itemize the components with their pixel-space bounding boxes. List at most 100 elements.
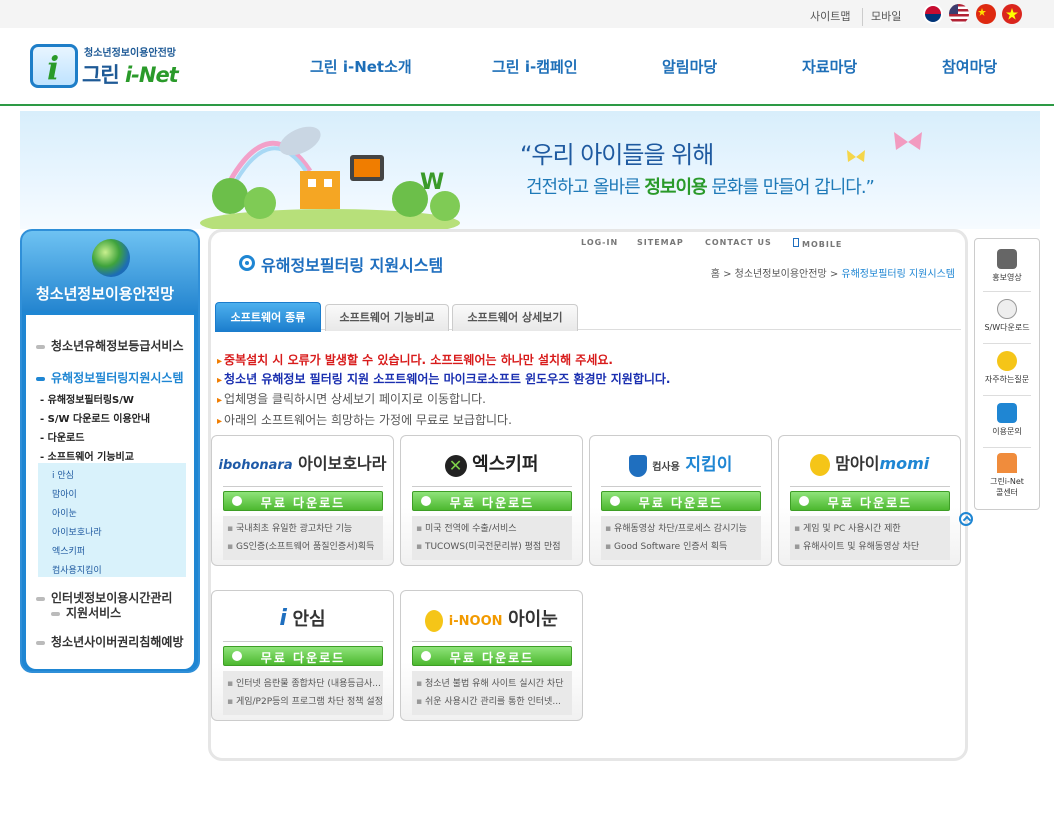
lnb-cat-time-manage-line2[interactable]: 지원서비스 bbox=[36, 604, 121, 621]
svg-text:W: W bbox=[420, 170, 444, 195]
lnb-sub-filtering-sw[interactable]: - 유해정보필터링S/W bbox=[40, 391, 134, 406]
lnb-cat-cyber-rights[interactable]: 청소년사이버권리침해예방 bbox=[36, 633, 183, 650]
card-name-inoon: 아이눈 bbox=[508, 609, 558, 630]
card-brand-momi: 맘아이 bbox=[835, 454, 880, 473]
contact-link[interactable]: CONTACT US bbox=[705, 238, 772, 247]
china-flag-icon[interactable] bbox=[976, 4, 996, 24]
card-feature: 유해동영상 차단/프로세스 감시기능 bbox=[605, 521, 761, 534]
lnb-leaf-ansim[interactable]: i 안심 bbox=[52, 468, 74, 481]
card-divider bbox=[223, 486, 383, 487]
monitor-icon bbox=[997, 403, 1017, 423]
sw-card-ansim: i 안심 무료 다운로드 인터넷 음란물 종합차단 (내용등급사... 게임/P… bbox=[211, 590, 394, 721]
quick-divider bbox=[983, 395, 1031, 396]
download-label: 무료 다운로드 bbox=[449, 496, 535, 510]
lnb-cat-filtering[interactable]: 유해정보필터링지원시스템 bbox=[36, 369, 183, 386]
butterfly-small-icon bbox=[847, 150, 865, 162]
card-features-xkeeper: 미국 전역에 수출/서비스 TUCOWS(미국전문리뷰) 평점 만점 bbox=[412, 516, 572, 560]
lnb-sub-download-guide[interactable]: - S/W 다운로드 이용안내 bbox=[40, 410, 150, 425]
card-features-momi: 게임 및 PC 사용시간 제한 유해사이트 및 유해동영상 차단 bbox=[790, 516, 950, 560]
quick-label: 콜센터 bbox=[995, 488, 1019, 497]
lnb-leaf-momi[interactable]: 맘아이 bbox=[52, 487, 77, 500]
lnb-sub-download[interactable]: - 다운로드 bbox=[40, 429, 84, 444]
quick-promo-video[interactable]: 홍보영상 bbox=[975, 249, 1039, 283]
quick-sw-download[interactable]: S/W다운로드 bbox=[975, 299, 1039, 333]
lnb-leaf-comkeeper[interactable]: 컴사용지킴이 bbox=[52, 563, 102, 576]
banner-quote-highlight: 정보이용 bbox=[644, 177, 707, 198]
gnb-notice[interactable]: 알림마당 bbox=[662, 56, 717, 77]
tab-sw-types[interactable]: 소프트웨어 종류 bbox=[215, 302, 321, 332]
lnb-cat-rating[interactable]: 청소년유해정보등급서비스 bbox=[36, 337, 183, 354]
card-brand-comkeeper: 컴사용 bbox=[652, 462, 680, 473]
card-logo-inoon[interactable]: i-NOON 아이눈 bbox=[401, 605, 582, 632]
card-name-ansim: 안심 bbox=[292, 609, 326, 630]
quick-callcenter[interactable]: 그린i-Net 콜센터 bbox=[975, 453, 1039, 498]
banner-quote-line1: “우리 아이들을 위해 bbox=[520, 141, 714, 169]
korea-flag-icon[interactable] bbox=[923, 4, 943, 24]
main-content: LOG-IN SITEMAP CONTACT US MOBILE 유해정보필터링… bbox=[208, 229, 968, 761]
lnb-leaf-inoon[interactable]: 아이눈 bbox=[52, 506, 77, 519]
card-logo-comkeeper[interactable]: 컴사용 지킴이 bbox=[590, 450, 771, 477]
download-button-xkeeper[interactable]: 무료 다운로드 bbox=[412, 491, 572, 511]
notice-click-vendor: 업체명을 클릭하시면 상세보기 페이지로 이동합니다. bbox=[217, 390, 486, 407]
tab-sw-detail[interactable]: 소프트웨어 상세보기 bbox=[452, 304, 578, 331]
card-logo-momi[interactable]: 맘아이momi bbox=[779, 450, 960, 476]
scroll-top-icon[interactable] bbox=[959, 512, 973, 526]
quick-label: 자주하는질문 bbox=[984, 375, 1030, 384]
tab-sw-compare[interactable]: 소프트웨어 기능비교 bbox=[325, 304, 449, 331]
card-brand-ibohonara: ibohonara bbox=[218, 458, 293, 473]
quick-faq[interactable]: 자주하는질문 bbox=[975, 351, 1039, 385]
breadcrumb-parent[interactable]: 청소년정보이용안전망 bbox=[735, 269, 827, 280]
lightbulb-icon bbox=[997, 351, 1017, 371]
card-feature: 인터넷 음란물 종합차단 (내용등급사... bbox=[227, 676, 383, 689]
gnb-participation[interactable]: 참여마당 bbox=[942, 56, 997, 77]
download-button-comkeeper[interactable]: 무료 다운로드 bbox=[601, 491, 761, 511]
quick-divider bbox=[983, 447, 1031, 448]
sw-card-inoon: i-NOON 아이눈 무료 다운로드 청소년 불법 유해 사이트 실시간 차단 … bbox=[400, 590, 583, 721]
breadcrumb-sep: > bbox=[826, 269, 842, 280]
card-logo-ansim[interactable]: i 안심 bbox=[212, 605, 393, 631]
download-label: 무료 다운로드 bbox=[638, 496, 724, 510]
gnb-resources[interactable]: 자료마당 bbox=[802, 56, 857, 77]
card-features-comkeeper: 유해동영상 차단/프로세스 감시기능 Good Software 인증서 획득 bbox=[601, 516, 761, 560]
card-features-ansim: 인터넷 음란물 종합차단 (내용등급사... 게임/P2P등의 프로그램 차단 … bbox=[223, 671, 383, 715]
card-divider bbox=[412, 486, 572, 487]
phone-icon bbox=[793, 238, 799, 247]
lnb-leaf-ibohonara[interactable]: 아이보호나라 bbox=[52, 525, 102, 538]
hero-banner: W “우리 아이들을 위해 건전하고 올바른 정보이용 문화를 만들어 갑니다.… bbox=[20, 111, 1040, 229]
lnb-sub-compare[interactable]: - 소프트웨어 기능비교 bbox=[40, 448, 134, 463]
quick-label: S/W다운로드 bbox=[984, 323, 1030, 332]
card-divider bbox=[790, 486, 950, 487]
breadcrumb-home[interactable]: 홈 bbox=[711, 269, 720, 280]
download-button-ansim[interactable]: 무료 다운로드 bbox=[223, 646, 383, 666]
page-title: 유해정보필터링 지원시스템 bbox=[261, 256, 444, 275]
card-logo-ibohonara[interactable]: ibohonara 아이보호나라 bbox=[212, 450, 393, 474]
mobile-top-link[interactable]: MOBILE bbox=[793, 238, 842, 249]
download-button-momi[interactable]: 무료 다운로드 bbox=[790, 491, 950, 511]
banner-quote-part-a: 건전하고 올바른 bbox=[526, 177, 645, 198]
logo-i-glyph: i bbox=[47, 49, 60, 87]
sw-card-momi: 맘아이momi 무료 다운로드 게임 및 PC 사용시간 제한 유해사이트 및 … bbox=[778, 435, 961, 566]
top-sitemap-link[interactable]: SITEMAP bbox=[637, 238, 684, 247]
vietnam-flag-icon[interactable] bbox=[1002, 4, 1022, 24]
gnb-intro[interactable]: 그린 i-Net소개 bbox=[310, 56, 412, 77]
gnb-campaign[interactable]: 그린 i-캠페인 bbox=[492, 56, 578, 77]
logo-title-em: i-Net bbox=[124, 63, 179, 87]
download-button-ibohonara[interactable]: 무료 다운로드 bbox=[223, 491, 383, 511]
mouse-icon bbox=[997, 299, 1017, 319]
momi-face-icon bbox=[809, 453, 830, 476]
download-label: 무료 다운로드 bbox=[827, 496, 913, 510]
lnb-leaf-xkeeper[interactable]: 엑스키퍼 bbox=[52, 544, 85, 557]
mobile-link[interactable]: 모바일 bbox=[871, 8, 901, 24]
card-feature: 게임/P2P등의 프로그램 차단 정책 설정 bbox=[227, 694, 383, 707]
quick-inquiry[interactable]: 이용문의 bbox=[975, 403, 1039, 437]
card-logo-xkeeper[interactable]: ✕ 엑스키퍼 bbox=[401, 450, 582, 477]
card-features-inoon: 청소년 불법 유해 사이트 실시간 차단 쉬운 사용시간 관리를 통한 인터넷.… bbox=[412, 671, 572, 715]
usa-flag-icon[interactable] bbox=[949, 4, 969, 24]
sitemap-link[interactable]: 사이트맵 bbox=[810, 8, 850, 24]
login-link[interactable]: LOG-IN bbox=[581, 238, 618, 247]
site-logo[interactable]: i 청소년정보이용안전망 그린 i-Net bbox=[30, 42, 180, 90]
quick-label: 그린i-Net bbox=[990, 477, 1024, 486]
card-feature: Good Software 인증서 획득 bbox=[605, 539, 761, 552]
download-button-inoon[interactable]: 무료 다운로드 bbox=[412, 646, 572, 666]
quick-divider bbox=[983, 343, 1031, 344]
